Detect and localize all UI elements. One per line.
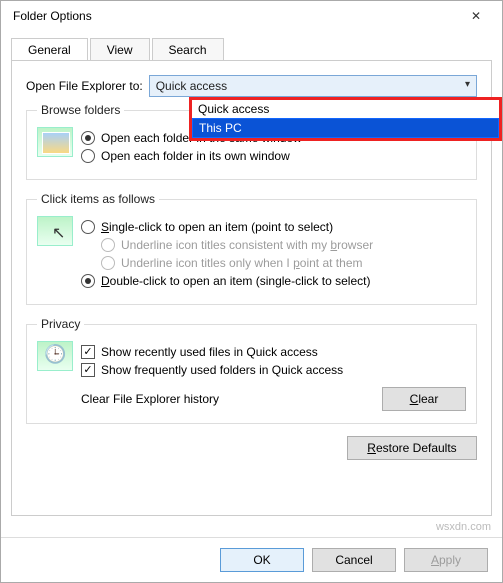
open-explorer-select[interactable]: Quick access ▾ xyxy=(149,75,477,97)
folder-options-window: Folder Options ✕ General View Search Ope… xyxy=(0,0,503,583)
folder-picture-icon xyxy=(37,127,73,157)
open-explorer-row: Open File Explorer to: Quick access ▾ Qu… xyxy=(26,75,477,97)
tab-search[interactable]: Search xyxy=(152,38,224,61)
cursor-icon xyxy=(37,216,73,246)
click-items-icon-col xyxy=(37,216,81,292)
open-explorer-selected: Quick access xyxy=(156,79,227,93)
dropdown-option-this-pc[interactable]: This PC xyxy=(192,118,499,138)
restore-defaults-button[interactable]: Restore Defaults xyxy=(347,436,477,460)
tab-page-general: Open File Explorer to: Quick access ▾ Qu… xyxy=(11,60,492,516)
watermark-text: wsxdn.com xyxy=(436,521,491,533)
dropdown-option-quick-access[interactable]: Quick access xyxy=(192,100,499,118)
close-icon: ✕ xyxy=(471,9,481,23)
radio-icon xyxy=(81,131,95,145)
tab-view[interactable]: View xyxy=(90,38,150,61)
radio-icon xyxy=(101,256,115,270)
radio-icon xyxy=(81,274,95,288)
cancel-button[interactable]: Cancel xyxy=(312,548,396,572)
close-button[interactable]: ✕ xyxy=(456,1,496,31)
history-clock-icon xyxy=(37,341,73,371)
radio-underline-browser-label: Underline icon titles consistent with my… xyxy=(121,238,373,252)
click-items-legend: Click items as follows xyxy=(37,192,159,206)
clear-history-label: Clear File Explorer history xyxy=(81,392,219,406)
checkbox-frequent-folders-label: Show frequently used folders in Quick ac… xyxy=(101,363,343,377)
checkbox-icon: ✓ xyxy=(81,363,95,377)
radio-single-click-label: Single-click to open an item (point to s… xyxy=(101,220,333,234)
radio-underline-browser: Underline icon titles consistent with my… xyxy=(101,238,466,252)
radio-single-click[interactable]: Single-click to open an item (point to s… xyxy=(81,220,466,234)
radio-own-window[interactable]: Open each folder in its own window xyxy=(81,149,466,163)
checkbox-frequent-folders[interactable]: ✓ Show frequently used folders in Quick … xyxy=(81,363,466,377)
browse-folders-legend: Browse folders xyxy=(37,103,124,117)
radio-icon xyxy=(81,149,95,163)
radio-underline-point: Underline icon titles only when I point … xyxy=(101,256,466,270)
checkbox-icon: ✓ xyxy=(81,345,95,359)
privacy-icon-col xyxy=(37,341,81,411)
privacy-legend: Privacy xyxy=(37,317,84,331)
apply-button[interactable]: Apply xyxy=(404,548,488,572)
restore-row: Restore Defaults xyxy=(26,436,477,460)
tab-general[interactable]: General xyxy=(11,38,88,61)
open-explorer-label: Open File Explorer to: xyxy=(26,79,143,93)
radio-own-window-label: Open each folder in its own window xyxy=(101,149,290,163)
radio-double-click-label: Double-click to open an item (single-cli… xyxy=(101,274,370,288)
clear-history-row: Clear File Explorer history Clear xyxy=(81,387,466,411)
tab-control: General View Search Open File Explorer t… xyxy=(11,37,492,516)
radio-underline-point-label: Underline icon titles only when I point … xyxy=(121,256,362,270)
click-items-group: Click items as follows Single-click to o… xyxy=(26,192,477,305)
privacy-group: Privacy ✓ Show recently used files in Qu… xyxy=(26,317,477,424)
ok-button[interactable]: OK xyxy=(220,548,304,572)
checkbox-recent-files-label: Show recently used files in Quick access xyxy=(101,345,318,359)
radio-icon xyxy=(101,238,115,252)
chevron-down-icon: ▾ xyxy=(465,79,470,90)
window-title: Folder Options xyxy=(13,9,92,23)
radio-icon xyxy=(81,220,95,234)
titlebar: Folder Options ✕ xyxy=(1,1,502,31)
clear-button[interactable]: Clear xyxy=(382,387,466,411)
browse-folders-icon-col xyxy=(37,127,81,167)
open-explorer-dropdown[interactable]: Quick access This PC xyxy=(189,97,502,141)
checkbox-recent-files[interactable]: ✓ Show recently used files in Quick acce… xyxy=(81,345,466,359)
dialog-footer: OK Cancel Apply xyxy=(1,537,502,582)
radio-double-click[interactable]: Double-click to open an item (single-cli… xyxy=(81,274,466,288)
tab-row: General View Search xyxy=(11,37,492,60)
